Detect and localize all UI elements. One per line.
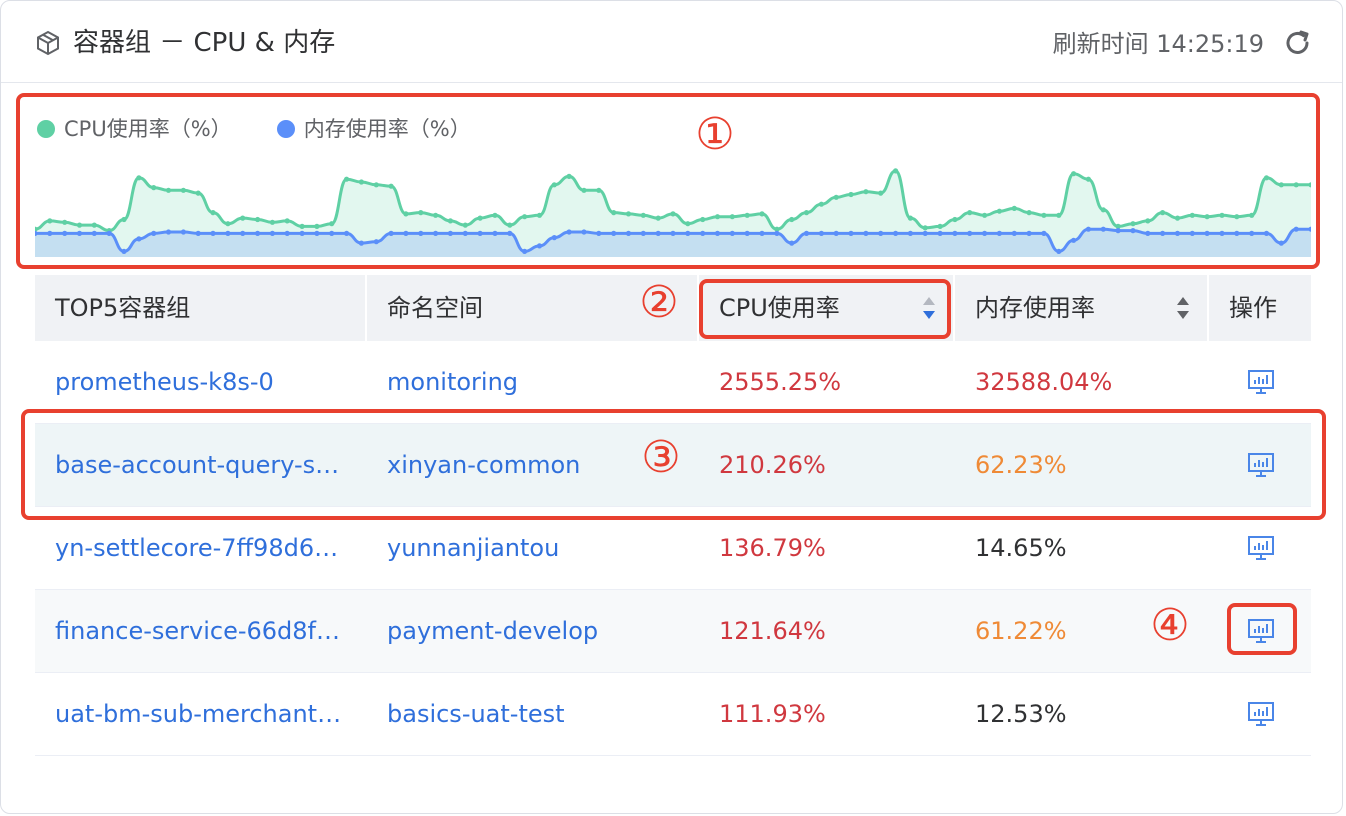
refresh-icon[interactable]: [1282, 27, 1314, 59]
monitor-chart-icon[interactable]: [1247, 369, 1275, 395]
table-row: uat-bm-sub-merchant-service-5c7basics-ua…: [35, 673, 1311, 756]
col-header-pod: TOP5容器组: [35, 275, 367, 341]
namespace-link[interactable]: basics-uat-test: [367, 673, 699, 756]
col-header-actions: 操作: [1229, 294, 1277, 322]
monitor-chart-icon[interactable]: [1247, 535, 1275, 561]
card-title: 容器组 － CPU & 内存: [73, 28, 336, 58]
annotation-box-1: [16, 93, 1320, 269]
sort-icon-memory[interactable]: [1175, 295, 1191, 321]
refresh-time: 刷新时间 14:25:19: [1052, 30, 1264, 58]
annotation-number-2: ②: [639, 277, 679, 328]
cube-icon: [37, 30, 59, 56]
actions-cell: [1209, 673, 1311, 756]
card-header: 容器组 － CPU & 内存 刷新时间 14:25:19: [1, 1, 1342, 83]
annotation-box-4: [1227, 603, 1297, 655]
cpu-usage-value: 111.93%: [719, 700, 826, 728]
namespace-link[interactable]: payment-develop: [367, 590, 699, 673]
col-header-memory[interactable]: 内存使用率: [955, 275, 1209, 341]
annotation-number-4: ④: [1150, 600, 1190, 651]
annotation-number-3: ③: [641, 432, 681, 483]
pod-name-link[interactable]: finance-service-66d8f7c9b-q8tz2: [35, 590, 367, 673]
cpu-usage-value: 121.64%: [719, 617, 826, 645]
annotation-number-1: ①: [695, 109, 735, 160]
col-header-memory-label: 内存使用率: [975, 294, 1095, 322]
pod-cpu-memory-card: 容器组 － CPU & 内存 刷新时间 14:25:19 CPU使用率（%） 内…: [0, 0, 1343, 814]
monitor-chart-icon[interactable]: [1247, 701, 1275, 727]
memory-usage-value: 12.53%: [975, 700, 1067, 728]
pod-name-link[interactable]: uat-bm-sub-merchant-service-5c7: [35, 673, 367, 756]
table-row: finance-service-66d8f7c9b-q8tz2payment-d…: [35, 590, 1311, 673]
annotation-box-2: [699, 279, 951, 339]
